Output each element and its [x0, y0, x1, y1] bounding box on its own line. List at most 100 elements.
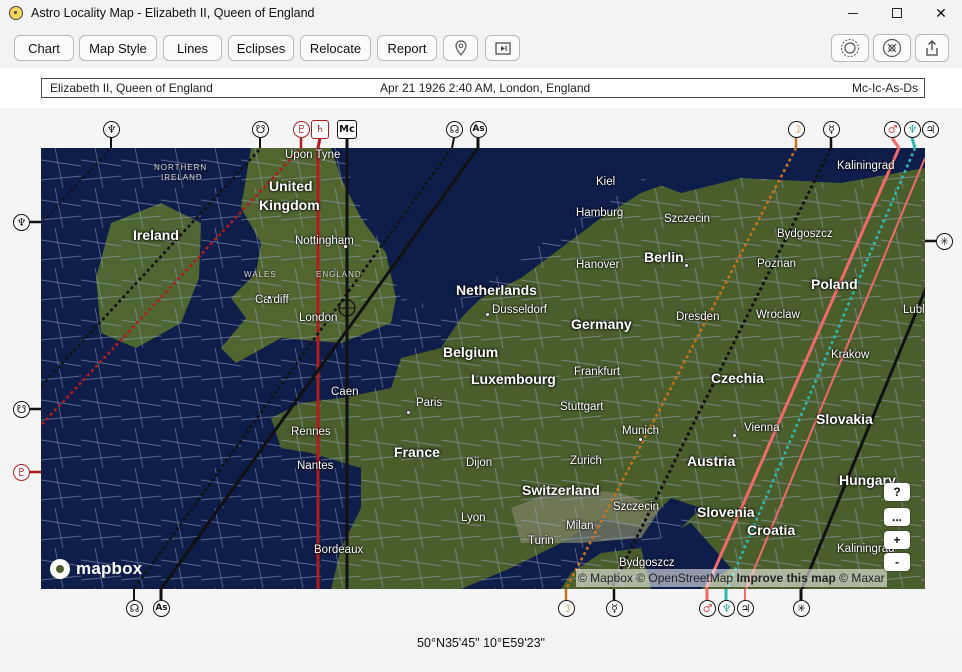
chart-button[interactable]: Chart: [14, 35, 74, 61]
pluto-glyph-icon[interactable]: ♇: [293, 121, 310, 138]
city-label: Poznan: [757, 258, 797, 270]
mc-glyph-icon[interactable]: Mc: [337, 120, 357, 139]
share-button[interactable]: [915, 34, 949, 62]
mapbox-logo-icon: [50, 559, 70, 579]
share-icon: [926, 40, 938, 56]
eclipses-button[interactable]: Eclipses: [228, 35, 294, 61]
city-label: Stuttgart: [560, 401, 604, 413]
map-attribution[interactable]: © Mapbox © OpenStreetMap Improve this ma…: [576, 569, 887, 587]
node-left-glyph-icon[interactable]: ☋: [13, 401, 30, 418]
asc-glyph-icon[interactable]: As: [470, 121, 487, 138]
location-pin-button[interactable]: [443, 35, 478, 61]
city-dot: [732, 433, 737, 438]
city-label: London: [299, 312, 338, 324]
city-label: Vienna: [744, 422, 780, 434]
country-label: Czechia: [711, 370, 764, 386]
saturn-glyph-icon[interactable]: ♄: [311, 120, 329, 139]
neptune-top-glyph-icon[interactable]: ♆: [904, 121, 921, 138]
neptune-left-glyph-icon[interactable]: ♆: [13, 214, 30, 231]
city-label: Nantes: [297, 460, 334, 472]
jupiter-bottom-glyph-icon[interactable]: ♃: [737, 600, 754, 617]
compass-button[interactable]: [873, 34, 911, 62]
country-label: Belgium: [443, 344, 499, 360]
city-label: Hanover: [576, 259, 620, 271]
city-label: Kaliningrad: [837, 160, 895, 172]
city-label: Lubl: [903, 304, 925, 316]
city-label: Rennes: [291, 426, 331, 438]
city-dot: [343, 244, 348, 249]
map-zone: Upon Tyne NORTHERN IRELAND United Kingdo…: [0, 108, 962, 630]
city-label: Dusseldorf: [492, 304, 547, 316]
country-uk-line1: United: [269, 178, 313, 194]
title-bar: Astro Locality Map - Elizabeth II, Queen…: [0, 0, 962, 26]
country-label: France: [394, 444, 440, 460]
app-window: Astro Locality Map - Elizabeth II, Queen…: [0, 0, 962, 672]
map-help-button[interactable]: ?: [884, 483, 910, 501]
country-label: Luxembourg: [471, 371, 556, 387]
zoom-out-button[interactable]: -: [884, 553, 910, 571]
map-more-button[interactable]: ...: [884, 508, 910, 526]
mercury-bottom-glyph-icon[interactable]: ☿: [606, 600, 623, 617]
line-neptune-ic: [41, 148, 112, 225]
city-label: Krakow: [831, 349, 870, 361]
satellite-map[interactable]: Upon Tyne NORTHERN IRELAND United Kingdo…: [41, 148, 925, 589]
city-label: Szczecin: [613, 501, 660, 513]
sun-settings-icon: [841, 39, 859, 57]
region-label: IRELAND: [161, 173, 203, 182]
jupiter-ds-bottom-glyph-icon[interactable]: ✳: [793, 600, 810, 617]
country-label: Poland: [811, 276, 858, 292]
pluto-left-glyph-icon[interactable]: ♇: [13, 464, 30, 481]
city-label: Caen: [331, 386, 359, 398]
city-label: Dresden: [676, 311, 720, 323]
asc-bottom-glyph-icon[interactable]: As: [153, 600, 170, 617]
zoom-in-button[interactable]: +: [884, 531, 910, 549]
country-label: Austria: [687, 453, 736, 469]
mars-glyph-icon[interactable]: ♂: [884, 121, 901, 138]
region-label: ENGLAND: [316, 270, 362, 279]
city-label: Turin: [528, 535, 554, 547]
node-glyph-icon[interactable]: ☊: [446, 121, 463, 138]
city-label: Munich: [622, 425, 660, 437]
mercury-glyph-icon[interactable]: ☿: [823, 121, 840, 138]
close-button[interactable]: ✕: [918, 0, 962, 26]
map-style-button[interactable]: Map Style: [79, 35, 157, 61]
location-pin-icon: [454, 40, 467, 56]
neptune-bottom-glyph-icon[interactable]: ♆: [718, 600, 735, 617]
city-label: Lyon: [461, 512, 486, 524]
sun-settings-button[interactable]: [831, 34, 869, 62]
node-bottom-glyph-icon[interactable]: ☊: [126, 600, 143, 617]
mapbox-logo: mapbox: [50, 559, 142, 579]
city-label: Szczecin: [664, 213, 711, 225]
jupiter-right-glyph-icon[interactable]: ✳: [936, 233, 953, 250]
city-label: Upon Tyne: [285, 149, 341, 161]
minimize-button[interactable]: [830, 0, 876, 26]
jupiter-glyph-icon[interactable]: ♃: [922, 121, 939, 138]
line-pluto-ic: [41, 148, 302, 428]
play-icon: [494, 41, 511, 55]
lines-mode: Mc-Ic-As-Ds: [852, 81, 918, 95]
city-dot: [684, 263, 689, 268]
city-dot: [485, 312, 490, 317]
play-button[interactable]: [485, 35, 520, 61]
cursor-coordinates: 50°N35'45" 10°E59'23": [417, 636, 545, 650]
country-uk-line2: Kingdom: [259, 197, 320, 213]
maximize-button[interactable]: [874, 0, 920, 26]
chart-info-box: Elizabeth II, Queen of England Apr 21 19…: [41, 78, 925, 98]
city-dot: [267, 295, 272, 300]
relocate-button[interactable]: Relocate: [300, 35, 371, 61]
country-label: Germany: [571, 316, 632, 332]
report-button[interactable]: Report: [377, 35, 437, 61]
city-label: Frankfurt: [574, 366, 621, 378]
neptune-glyph-icon[interactable]: ☋: [252, 121, 269, 138]
birth-event: Apr 21 1926 2:40 AM, London, England: [380, 81, 591, 95]
moon-glyph-icon[interactable]: ☽: [788, 121, 805, 138]
city-label: Wroclaw: [756, 309, 800, 321]
city-label: Paris: [416, 397, 443, 409]
mars-bottom-glyph-icon[interactable]: ♂: [699, 600, 716, 617]
moon-bottom-glyph-icon[interactable]: ☽: [558, 600, 575, 617]
city-label: Bordeaux: [314, 544, 364, 556]
lines-button[interactable]: Lines: [163, 35, 222, 61]
chart-info-bar: Elizabeth II, Queen of England Apr 21 19…: [0, 68, 962, 108]
neptune-ic-glyph-icon[interactable]: ♆: [103, 121, 120, 138]
maximize-icon: [892, 8, 902, 18]
